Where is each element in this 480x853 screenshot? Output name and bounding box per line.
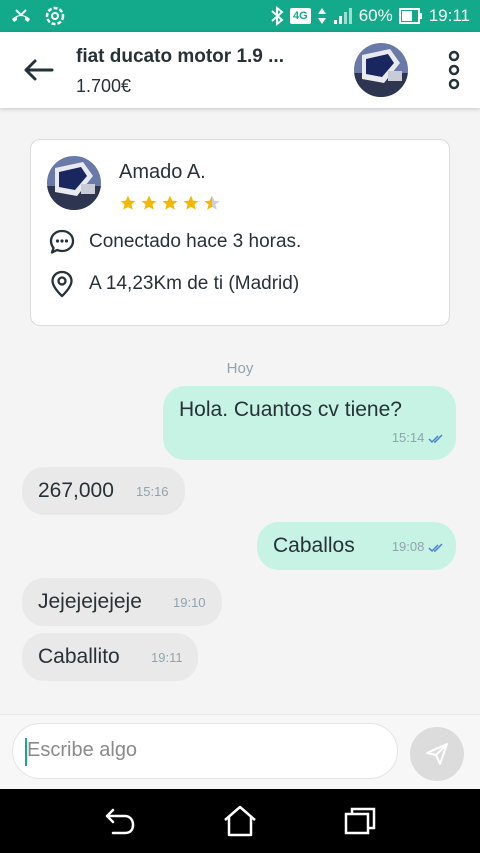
system-nav-bar — [0, 789, 480, 853]
message-meta: 19:08 — [392, 539, 444, 554]
day-divider: Hoy — [226, 360, 254, 377]
more-options-button[interactable] — [434, 32, 474, 108]
nav-home-icon — [224, 805, 256, 837]
star-half-icon — [204, 195, 220, 210]
nav-back-icon — [105, 808, 135, 835]
star-icon — [162, 195, 178, 210]
seller-status-row: Conectado hace 3 horas. — [47, 227, 301, 257]
message-text: Hola. Cuantos cv tiene? — [179, 398, 402, 421]
message-text: Caballito — [38, 645, 120, 668]
message-text: 267,000 — [38, 479, 114, 502]
send-icon — [426, 743, 448, 765]
settings-cog-icon — [44, 5, 66, 27]
listing-title: fiat ducato motor 1.9 ... — [76, 45, 284, 67]
message-time: 15:14 — [391, 430, 425, 445]
nav-back-button[interactable] — [90, 791, 150, 851]
battery-percent: 60% — [358, 6, 393, 25]
message-time: 19:11 — [151, 650, 183, 665]
send-button[interactable] — [410, 727, 464, 781]
message-outgoing[interactable]: Caballos 19:08 — [257, 522, 456, 570]
seller-rating — [119, 194, 221, 212]
more-vertical-icon — [448, 50, 460, 90]
double-check-icon — [428, 543, 443, 552]
message-input-placeholder: Escribe algo — [27, 739, 138, 761]
listing-image[interactable] — [354, 43, 408, 97]
chat-header: fiat ducato motor 1.9 ... 1.700€ — [0, 32, 480, 108]
status-bar: 4G 60% 19:11 — [0, 0, 480, 32]
double-check-icon — [428, 434, 443, 443]
listing-info[interactable]: fiat ducato motor 1.9 ... 1.700€ — [76, 44, 354, 97]
message-text: Jejejejejeje — [38, 590, 142, 613]
message-input[interactable]: Escribe algo — [12, 723, 398, 779]
listing-price: 1.700€ — [76, 75, 132, 96]
clock: 19:11 — [428, 6, 470, 25]
data-arrows-icon — [317, 7, 327, 25]
star-icon — [120, 195, 136, 210]
seller-location-row: A 14,23Km de ti (Madrid) — [47, 269, 299, 299]
star-icon — [183, 195, 199, 210]
location-pin-icon — [47, 269, 77, 299]
composer-bar: Escribe algo — [0, 714, 480, 789]
nav-recents-button[interactable] — [330, 791, 390, 851]
seller-status: Conectado hace 3 horas. — [89, 231, 302, 252]
back-button[interactable] — [0, 32, 76, 108]
star-icon — [141, 195, 157, 210]
message-time: 19:08 — [391, 539, 425, 554]
nav-home-button[interactable] — [210, 791, 270, 851]
message-incoming[interactable]: Jejejejejeje 19:10 — [22, 578, 222, 626]
signal-icon — [333, 7, 353, 25]
chat-bubble-icon — [47, 227, 77, 257]
seller-location: A 14,23Km de ti (Madrid) — [89, 273, 300, 294]
battery-icon — [398, 8, 423, 24]
message-incoming[interactable]: 267,000 15:16 — [22, 467, 185, 515]
message-meta: 15:14 — [392, 430, 444, 445]
missed-call-icon — [10, 7, 32, 25]
message-text: Caballos — [273, 534, 355, 557]
seller-card[interactable]: Amado A. Conectado hace 3 horas. A 14,23… — [30, 139, 450, 326]
nav-recents-icon — [344, 807, 376, 835]
message-time: 15:16 — [136, 484, 169, 499]
bluetooth-icon — [270, 6, 284, 26]
message-outgoing[interactable]: Hola. Cuantos cv tiene? 15:14 — [163, 386, 456, 460]
message-time: 19:10 — [173, 595, 206, 610]
seller-name: Amado A. — [119, 161, 206, 183]
seller-avatar — [47, 156, 101, 210]
network-type-badge: 4G — [290, 8, 311, 24]
arrow-left-icon — [24, 59, 54, 81]
message-incoming[interactable]: Caballito 19:11 — [22, 633, 198, 681]
